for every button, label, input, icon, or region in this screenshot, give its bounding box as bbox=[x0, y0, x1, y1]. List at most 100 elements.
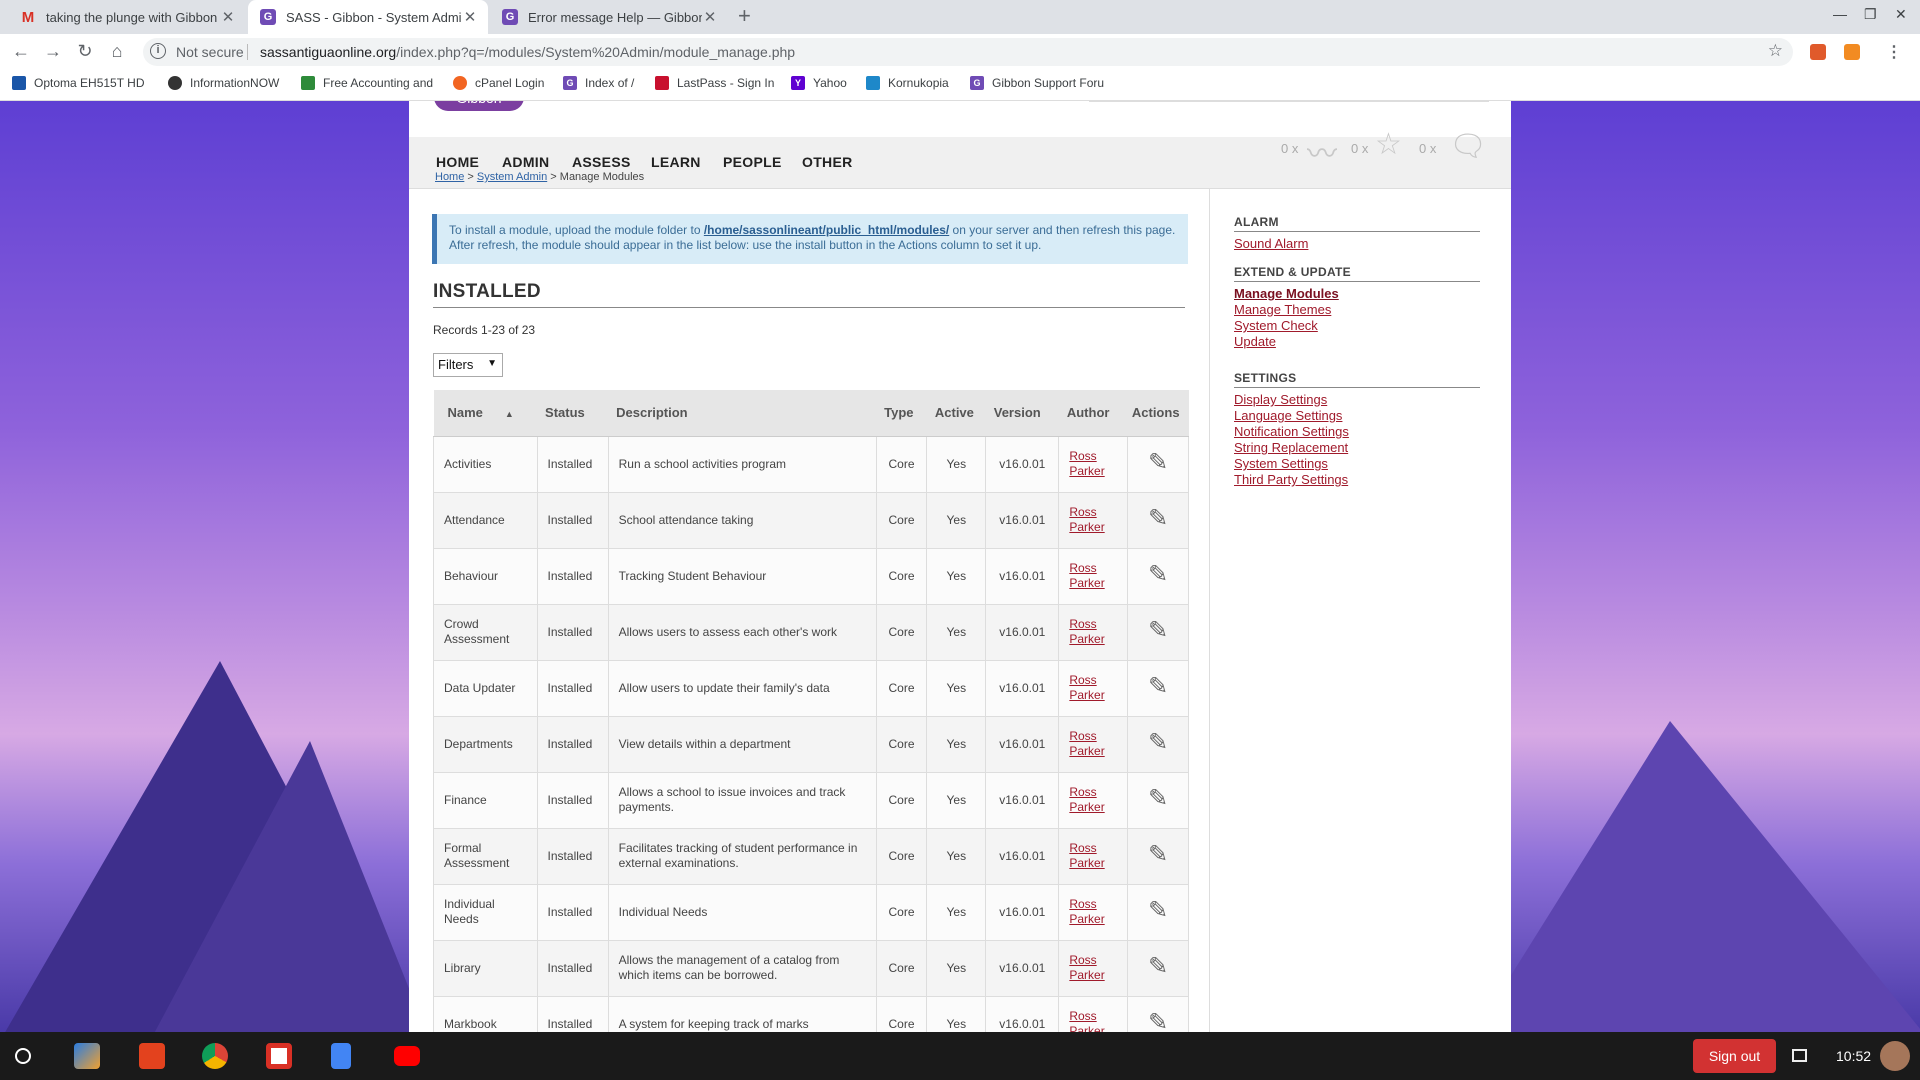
edit-pencil-icon[interactable]: ✎ bbox=[1148, 674, 1168, 698]
sign-out-button[interactable]: Sign out bbox=[1693, 1039, 1776, 1073]
bookmark-lastpass[interactable]: LastPass - Sign In bbox=[655, 76, 780, 90]
nav-assess[interactable]: ASSESS bbox=[572, 154, 631, 170]
address-bar[interactable]: i Not secure sassantiguaonline.org/index… bbox=[143, 38, 1793, 66]
sidebar-link-language-settings[interactable]: Language Settings bbox=[1234, 408, 1480, 424]
bookmark-star-icon[interactable]: ☆ bbox=[1768, 41, 1783, 61]
sidebar-link-system-check[interactable]: System Check bbox=[1234, 318, 1480, 334]
author-link[interactable]: Ross Parker bbox=[1069, 953, 1104, 982]
author-link[interactable]: Ross Parker bbox=[1069, 673, 1104, 702]
bookmark-yahoo[interactable]: Y Yahoo bbox=[791, 76, 866, 90]
edit-pencil-icon[interactable]: ✎ bbox=[1148, 898, 1168, 922]
minimize-button[interactable]: — bbox=[1833, 6, 1847, 22]
column-header-active[interactable]: Active bbox=[926, 390, 986, 437]
close-tab-icon[interactable]: ✕ bbox=[220, 8, 236, 26]
message-wall-icon[interactable]: 🗨 bbox=[1449, 129, 1487, 164]
edit-pencil-icon[interactable]: ✎ bbox=[1148, 954, 1168, 978]
page-container: Gibbon HOME ADMIN ASSESS LEARN PEOPLE OT… bbox=[409, 101, 1511, 1032]
sidebar-link-update[interactable]: Update bbox=[1234, 334, 1480, 350]
bookmark-informationnow[interactable]: InformationNOW bbox=[168, 76, 298, 90]
edit-pencil-icon[interactable]: ✎ bbox=[1148, 618, 1168, 642]
column-header-status[interactable]: Status bbox=[537, 390, 609, 437]
actions-cell: ✎ bbox=[1127, 491, 1189, 549]
breadcrumb-system-admin[interactable]: System Admin bbox=[477, 171, 547, 183]
nav-learn[interactable]: LEARN bbox=[651, 154, 701, 170]
sidebar-link-third-party-settings[interactable]: Third Party Settings bbox=[1234, 472, 1480, 488]
bookmark-gibbon-support[interactable]: G Gibbon Support Foru bbox=[970, 76, 1106, 90]
tab-system-admin[interactable]: G SASS - Gibbon - System Admin ✕ bbox=[248, 0, 488, 34]
author-link[interactable]: Ross Parker bbox=[1069, 1009, 1104, 1032]
module-name-cell: Activities bbox=[433, 435, 538, 493]
nav-admin[interactable]: ADMIN bbox=[502, 154, 549, 170]
sidebar-link-system-settings[interactable]: System Settings bbox=[1234, 456, 1480, 472]
sidebar-link-display-settings[interactable]: Display Settings bbox=[1234, 392, 1480, 408]
bookmark-cpanel[interactable]: cPanel Login bbox=[453, 76, 563, 90]
author-link[interactable]: Ross Parker bbox=[1069, 841, 1104, 870]
home-icon[interactable]: ⌂ bbox=[106, 41, 128, 62]
bookmark-free-accounting[interactable]: Free Accounting and bbox=[301, 76, 436, 90]
sidebar-link-notification-settings[interactable]: Notification Settings bbox=[1234, 424, 1480, 440]
author-link[interactable]: Ross Parker bbox=[1069, 617, 1104, 646]
clock[interactable]: 10:52 bbox=[1836, 1048, 1871, 1064]
close-tab-icon[interactable]: ✕ bbox=[702, 8, 718, 26]
bookmark-index-of[interactable]: G Index of / bbox=[563, 76, 653, 90]
column-header-name[interactable]: Name ▲ bbox=[433, 390, 538, 437]
tab-gmail[interactable]: M taking the plunge with Gibbon - G ✕ bbox=[8, 0, 246, 34]
column-header-version[interactable]: Version bbox=[985, 390, 1059, 437]
nav-home[interactable]: HOME bbox=[436, 154, 479, 170]
star-icon[interactable]: ☆ bbox=[1375, 127, 1402, 162]
close-tab-icon[interactable]: ✕ bbox=[462, 8, 478, 26]
version-cell: v16.0.01 bbox=[985, 435, 1060, 493]
chrome-icon[interactable] bbox=[202, 1043, 228, 1069]
edit-pencil-icon[interactable]: ✎ bbox=[1148, 506, 1168, 530]
office-icon[interactable] bbox=[139, 1043, 165, 1069]
column-header-description[interactable]: Description bbox=[608, 390, 877, 437]
sidebar-link-manage-themes[interactable]: Manage Themes bbox=[1234, 302, 1480, 318]
type-cell: Core bbox=[875, 771, 928, 829]
nav-other[interactable]: OTHER bbox=[802, 154, 853, 170]
close-window-button[interactable]: ✕ bbox=[1895, 6, 1907, 23]
sidebar-link-manage-modules[interactable]: Manage Modules bbox=[1234, 286, 1480, 302]
menu-icon[interactable]: ⋮ bbox=[1886, 42, 1902, 62]
back-icon[interactable]: ← bbox=[10, 41, 32, 62]
sidebar-link-sound-alarm[interactable]: Sound Alarm bbox=[1234, 236, 1480, 252]
info-icon[interactable]: i bbox=[150, 43, 166, 59]
edit-pencil-icon[interactable]: ✎ bbox=[1148, 842, 1168, 866]
column-header-type[interactable]: Type bbox=[876, 390, 927, 437]
edit-pencil-icon[interactable]: ✎ bbox=[1148, 450, 1168, 474]
author-link[interactable]: Ross Parker bbox=[1069, 449, 1104, 478]
author-link[interactable]: Ross Parker bbox=[1069, 561, 1104, 590]
author-link[interactable]: Ross Parker bbox=[1069, 785, 1104, 814]
app-icon[interactable] bbox=[74, 1043, 100, 1069]
breadcrumb-home[interactable]: Home bbox=[435, 171, 464, 183]
screenshot-icon[interactable] bbox=[1792, 1049, 1807, 1062]
new-tab-button[interactable]: + bbox=[738, 3, 751, 29]
activity-icon[interactable]: 〰 bbox=[1307, 129, 1337, 173]
bookmark-optoma[interactable]: Optoma EH515T HD bbox=[12, 76, 150, 90]
gmail-icon[interactable] bbox=[266, 1043, 292, 1069]
tab-error-help[interactable]: G Error message Help — Gibbon Su ✕ bbox=[490, 0, 728, 34]
bookmark-kornukopia[interactable]: Kornukopia bbox=[866, 76, 966, 90]
nav-people[interactable]: PEOPLE bbox=[723, 154, 782, 170]
gibbon-logo[interactable]: Gibbon bbox=[434, 101, 524, 111]
author-link[interactable]: Ross Parker bbox=[1069, 505, 1104, 534]
filters-select[interactable]: Filters ▼ bbox=[433, 353, 503, 377]
edit-pencil-icon[interactable]: ✎ bbox=[1148, 562, 1168, 586]
forward-icon[interactable]: → bbox=[42, 41, 64, 62]
author-link[interactable]: Ross Parker bbox=[1069, 729, 1104, 758]
extension-icon[interactable] bbox=[1844, 44, 1860, 60]
maximize-button[interactable]: ❐ bbox=[1864, 6, 1877, 23]
avatar[interactable] bbox=[1880, 1041, 1910, 1071]
edit-pencil-icon[interactable]: ✎ bbox=[1148, 1010, 1168, 1032]
reload-icon[interactable]: ↻ bbox=[74, 41, 96, 62]
office-extension-icon[interactable] bbox=[1810, 44, 1826, 60]
modules-path-link[interactable]: /home/sassonlineant/public_html/modules/ bbox=[704, 223, 949, 237]
docs-icon[interactable] bbox=[331, 1043, 351, 1069]
author-link[interactable]: Ross Parker bbox=[1069, 897, 1104, 926]
youtube-icon[interactable] bbox=[394, 1046, 420, 1066]
edit-pencil-icon[interactable]: ✎ bbox=[1148, 730, 1168, 754]
table-row: Attendance Installed School attendance tak… bbox=[433, 491, 1189, 549]
url-text[interactable]: sassantiguaonline.org/index.php?q=/modul… bbox=[260, 44, 795, 60]
launcher-icon[interactable] bbox=[15, 1048, 31, 1064]
edit-pencil-icon[interactable]: ✎ bbox=[1148, 786, 1168, 810]
sidebar-link-string-replacement[interactable]: String Replacement bbox=[1234, 440, 1480, 456]
